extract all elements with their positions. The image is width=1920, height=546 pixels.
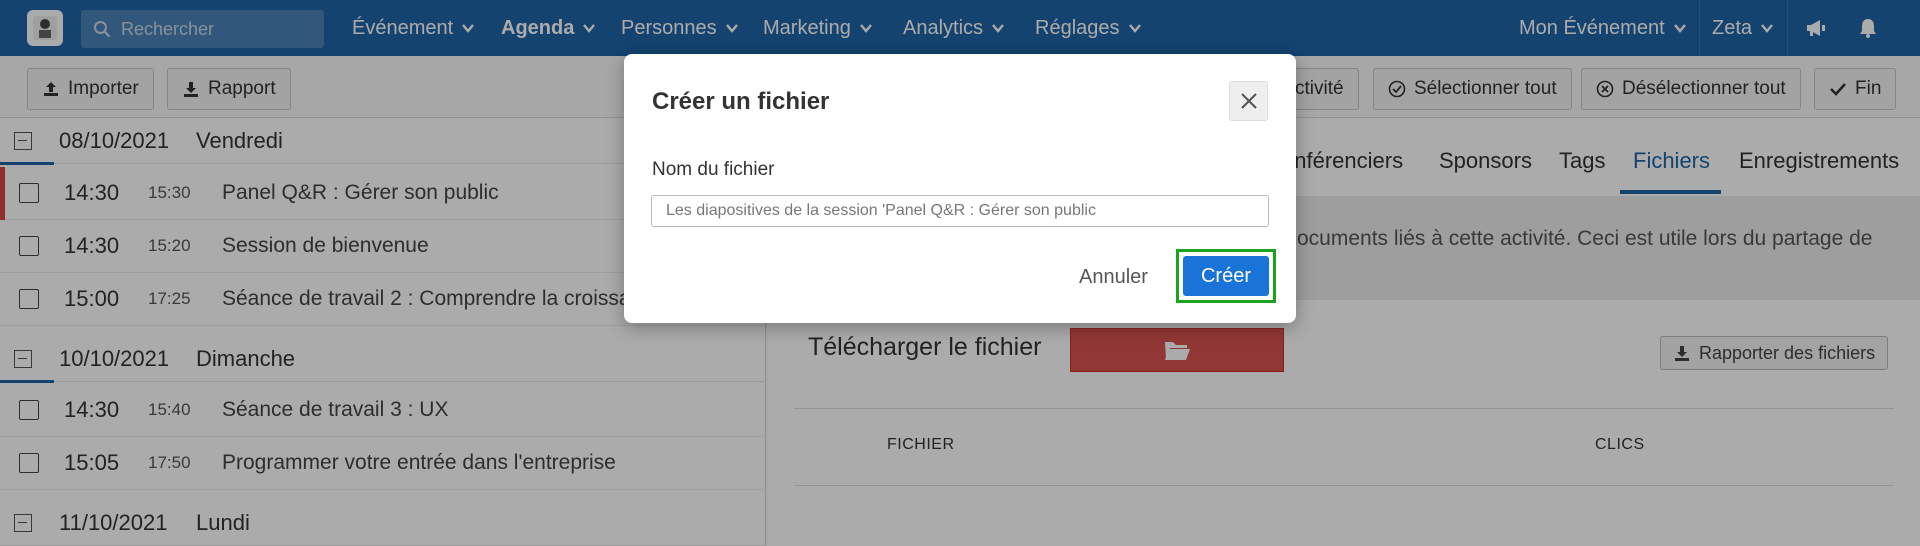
cancel-button[interactable]: Annuler (1079, 266, 1148, 289)
create-button[interactable]: Créer (1183, 256, 1269, 296)
close-icon (1240, 93, 1257, 109)
close-button[interactable] (1229, 81, 1268, 121)
file-name-label: Nom du fichier (652, 159, 775, 180)
create-label: Créer (1200, 264, 1251, 287)
dialog-title: Créer un fichier (652, 88, 830, 115)
create-file-dialog: Créer un fichier Nom du fichier Annuler … (624, 54, 1296, 323)
file-name-input[interactable] (651, 195, 1269, 227)
